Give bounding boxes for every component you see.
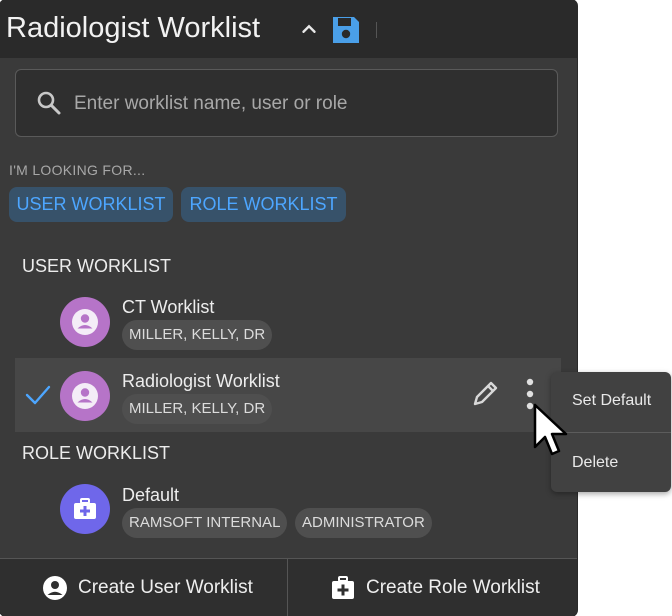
person-icon — [72, 383, 98, 409]
chevron-up-icon[interactable] — [298, 18, 320, 40]
create-user-worklist-button[interactable]: Create User Worklist — [42, 559, 253, 616]
user-avatar-icon — [60, 371, 110, 421]
worklist-name: Radiologist Worklist — [122, 371, 280, 391]
create-user-worklist-label: Create User Worklist — [78, 577, 253, 598]
user-circle-icon — [43, 576, 67, 600]
user-tag: MILLER, KELLY, DR — [122, 320, 273, 350]
filter-label: I'M LOOKING FOR... — [9, 162, 146, 178]
create-role-worklist-label: Create Role Worklist — [366, 577, 540, 598]
footer-divider — [287, 559, 288, 616]
save-icon[interactable] — [330, 14, 362, 46]
role-worklist-heading: ROLE WORKLIST — [22, 443, 171, 463]
set-default-menu-item[interactable]: Set Default — [572, 392, 651, 410]
role-worklist-filter-chip[interactable]: ROLE WORKLIST — [181, 187, 346, 222]
worklist-row-ct[interactable]: CT Worklist MILLER, KELLY, DR — [15, 287, 561, 361]
panel-title: Radiologist Worklist — [6, 12, 261, 44]
user-worklist-heading: USER WORKLIST — [22, 256, 172, 276]
user-worklist-filter-chip[interactable]: USER WORKLIST — [9, 187, 173, 222]
role-tag: ADMINISTRATOR — [295, 508, 432, 538]
search-box[interactable] — [15, 69, 558, 137]
worklist-name: Default — [122, 485, 180, 505]
header-divider — [376, 22, 377, 38]
role-tag: RAMSOFT INTERNAL — [122, 508, 288, 538]
footer-actions: Create User Worklist Create Role Worklis… — [0, 558, 577, 616]
header: Radiologist Worklist — [0, 0, 577, 58]
create-role-worklist-button[interactable]: Create Role Worklist — [330, 559, 540, 616]
user-tag: MILLER, KELLY, DR — [122, 394, 273, 424]
mouse-pointer-icon — [533, 403, 568, 456]
worklist-panel: Radiologist Worklist I'M LOOKING FOR... … — [0, 0, 577, 616]
pencil-icon[interactable] — [470, 377, 502, 409]
worklist-row-radiologist[interactable]: Radiologist Worklist MILLER, KELLY, DR — [15, 358, 561, 432]
medical-case-icon — [60, 484, 110, 534]
delete-menu-item[interactable]: Delete — [572, 454, 618, 472]
briefcase-plus-icon — [332, 576, 354, 599]
search-icon — [37, 91, 61, 115]
check-icon — [25, 385, 51, 405]
briefcase-plus-icon — [74, 498, 96, 519]
worklist-name: CT Worklist — [122, 297, 215, 317]
user-avatar-icon — [60, 297, 110, 347]
person-icon — [72, 309, 98, 335]
search-input[interactable] — [72, 84, 546, 124]
worklist-row-default[interactable]: Default RAMSOFT INTERNAL ADMINISTRATOR — [15, 470, 561, 544]
